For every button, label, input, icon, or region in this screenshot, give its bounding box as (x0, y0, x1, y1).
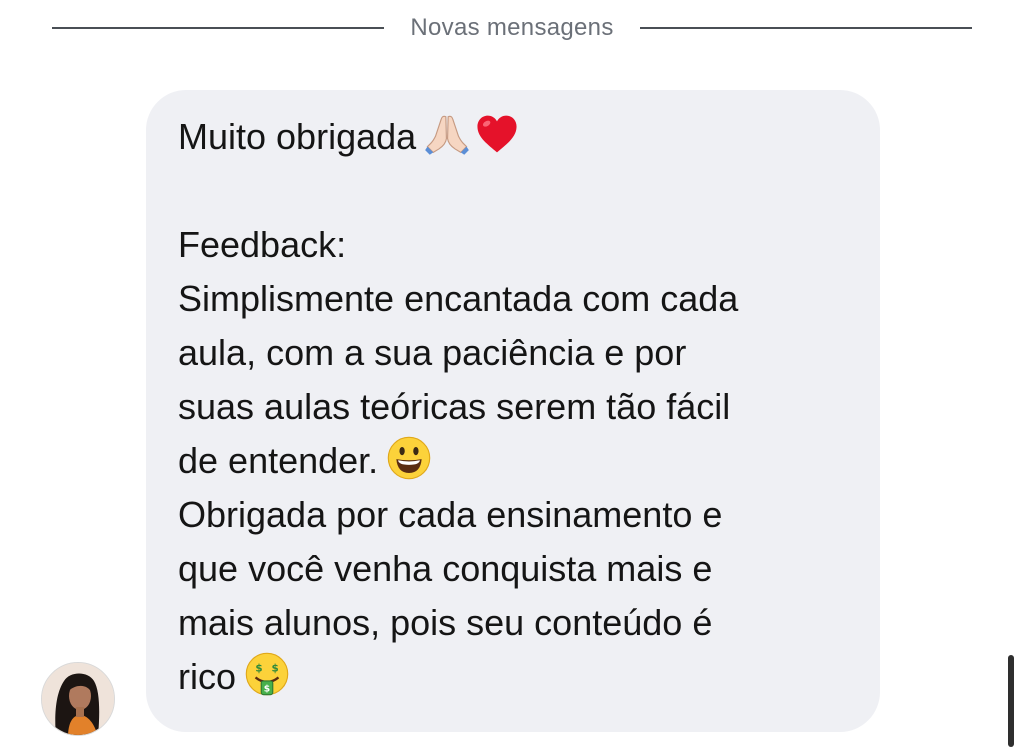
message-line: Obrigada por cada ensinamento e (178, 494, 723, 535)
message-line: aula, com a sua paciência e por (178, 332, 687, 373)
divider-line-left (52, 27, 385, 29)
divider-line-right (639, 27, 972, 29)
message-line: que você venha conquista mais e (178, 548, 713, 589)
message-line-text: rico (178, 656, 237, 697)
person-avatar-icon (42, 663, 114, 735)
message-text: Muito obrigada Feedback: Simplismente en… (178, 110, 850, 704)
folded-hands-icon (425, 115, 470, 155)
message-line: rico $ $ $ (178, 650, 850, 704)
money-mouth-face-icon: $ $ $ (245, 652, 289, 696)
message-line: Simplismente encantada com cada (178, 278, 739, 319)
message-line: mais alunos, pois seu conteúdo é (178, 602, 713, 643)
message-line: suas aulas teóricas serem tão fácil (178, 386, 731, 427)
new-messages-divider: Novas mensagens (52, 10, 972, 46)
svg-text:$: $ (255, 663, 262, 675)
feedback-label: Feedback: (178, 224, 347, 265)
message-bubble[interactable]: Muito obrigada Feedback: Simplismente en… (146, 90, 880, 732)
smiling-face-icon (387, 436, 431, 480)
sender-avatar[interactable] (41, 662, 115, 736)
svg-text:$: $ (264, 683, 270, 694)
greeting-text: Muito obrigada (178, 116, 417, 157)
message-line-text: de entender. (178, 440, 379, 481)
message-line: Muito obrigada (178, 110, 850, 164)
message-line: de entender. (178, 434, 850, 488)
chat-view: Novas mensagens Muito obrigada Feedback:… (0, 0, 1024, 756)
svg-text:$: $ (271, 663, 278, 675)
new-messages-label: Novas mensagens (410, 14, 614, 41)
scrollbar-thumb[interactable] (1008, 655, 1014, 747)
red-heart-icon (477, 115, 517, 153)
